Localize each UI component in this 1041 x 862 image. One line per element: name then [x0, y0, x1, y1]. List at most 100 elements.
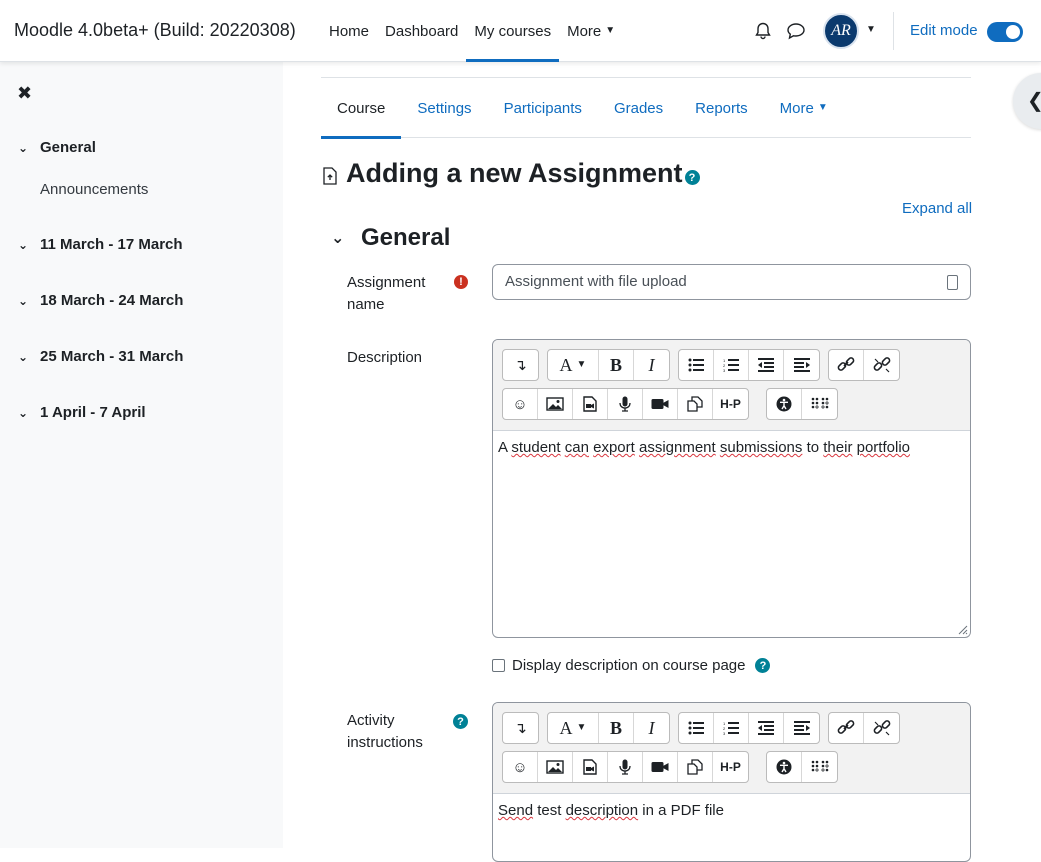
tab-participants[interactable]: Participants: [488, 78, 598, 138]
course-index-drawer: ✖ ⌄ General Announcements ⌄ 11 March - 17 …: [0, 62, 283, 848]
h5p-icon[interactable]: H-P: [713, 389, 748, 419]
image-icon[interactable]: [538, 752, 573, 782]
svg-text:3: 3: [723, 368, 726, 372]
section-label: General: [40, 139, 96, 156]
unlink-icon[interactable]: [864, 713, 899, 743]
accessibility-checker-icon[interactable]: [767, 389, 802, 419]
screenreader-helper-icon[interactable]: [802, 752, 837, 782]
open-block-drawer-button[interactable]: ❮: [1013, 73, 1041, 129]
numbered-list-icon[interactable]: 123: [714, 350, 749, 380]
chevron-down-icon[interactable]: ⌄: [18, 350, 40, 364]
chevron-down-icon[interactable]: ⌄: [18, 238, 40, 252]
nav-my-courses[interactable]: My courses: [466, 0, 559, 62]
resize-handle-icon[interactable]: [956, 623, 968, 635]
bold-button[interactable]: B: [599, 350, 634, 380]
chevron-left-icon: ❮: [1027, 88, 1041, 113]
activity-instructions-content[interactable]: Send test description in a PDF file: [493, 794, 970, 827]
tab-more[interactable]: More ▼: [764, 78, 844, 138]
chevron-down-icon[interactable]: ⌄: [18, 141, 40, 155]
course-section-general[interactable]: ⌄ General: [18, 139, 96, 156]
manage-files-icon[interactable]: [678, 752, 713, 782]
media-file-icon[interactable]: [573, 389, 608, 419]
section-label: 25 March - 31 March: [40, 348, 184, 365]
chevron-down-icon[interactable]: ⌄: [331, 228, 361, 248]
tab-course[interactable]: Course: [321, 78, 402, 139]
course-activity-announcements[interactable]: Announcements: [40, 181, 148, 198]
course-section-week-4[interactable]: ⌄ 1 April - 7 April: [18, 404, 146, 421]
divider: [893, 12, 894, 50]
course-section-week-2[interactable]: ⌄ 18 March - 24 March: [18, 292, 183, 309]
image-icon[interactable]: [538, 389, 573, 419]
media-file-icon[interactable]: [573, 752, 608, 782]
messages-chat-icon[interactable]: [786, 22, 806, 40]
help-icon[interactable]: ?: [453, 714, 468, 729]
font-glyph: A: [559, 354, 573, 375]
edit-mode-toggle[interactable]: [987, 22, 1023, 42]
link-icon[interactable]: [829, 350, 864, 380]
italic-button[interactable]: I: [634, 350, 669, 380]
tab-grades[interactable]: Grades: [598, 78, 679, 138]
video-camera-icon[interactable]: [643, 389, 678, 419]
tab-settings[interactable]: Settings: [401, 78, 487, 138]
bold-button[interactable]: B: [599, 713, 634, 743]
display-description-checkbox[interactable]: [492, 659, 505, 672]
close-icon[interactable]: ✖: [17, 83, 32, 104]
editor-toolbar: ↴ A ▼ B I 123 ☺ H-P: [493, 340, 970, 431]
course-section-week-3[interactable]: ⌄ 25 March - 31 March: [18, 348, 183, 365]
course-section-week-1[interactable]: ⌄ 11 March - 17 March: [18, 236, 183, 253]
notifications-bell-icon[interactable]: [754, 22, 772, 40]
indent-icon[interactable]: [784, 713, 819, 743]
svg-text:3: 3: [723, 731, 726, 735]
unlink-icon[interactable]: [864, 350, 899, 380]
help-icon[interactable]: ?: [684, 170, 700, 185]
nav-more-label: More: [567, 22, 602, 40]
section-header-general[interactable]: ⌄ General: [331, 224, 450, 252]
indent-icon[interactable]: [784, 350, 819, 380]
text-segment: description: [565, 802, 639, 819]
section-label: 11 March - 17 March: [40, 236, 183, 253]
video-camera-icon[interactable]: [643, 752, 678, 782]
assignment-name-input[interactable]: Assignment with file upload: [492, 264, 971, 300]
user-avatar[interactable]: AR: [823, 13, 859, 49]
show-more-buttons-icon[interactable]: ↴: [503, 713, 538, 743]
font-style-button[interactable]: A ▼: [548, 713, 599, 743]
text-segment: A: [498, 439, 512, 456]
outdent-icon[interactable]: [749, 713, 784, 743]
chevron-down-icon[interactable]: ▼: [866, 24, 876, 35]
manage-files-icon[interactable]: [678, 389, 713, 419]
screenreader-helper-icon[interactable]: [802, 389, 837, 419]
nav-dashboard[interactable]: Dashboard: [377, 0, 466, 62]
chevron-down-icon[interactable]: ⌄: [18, 294, 40, 308]
expand-all-link[interactable]: Expand all: [902, 200, 972, 217]
emoji-icon[interactable]: ☺: [503, 752, 538, 782]
chevron-down-icon[interactable]: ⌄: [18, 406, 40, 420]
site-name[interactable]: Moodle 4.0beta+ (Build: 20220308): [14, 20, 296, 41]
chevron-down-icon: ▼: [817, 101, 828, 113]
description-content[interactable]: A student can export assignment submissi…: [493, 431, 970, 464]
font-style-button[interactable]: A ▼: [548, 350, 599, 380]
text-segment: in a PDF file: [638, 802, 724, 819]
outdent-icon[interactable]: [749, 350, 784, 380]
accessibility-checker-icon[interactable]: [767, 752, 802, 782]
help-icon[interactable]: ?: [755, 658, 771, 673]
toolbar-group: 123: [678, 712, 820, 744]
numbered-list-icon[interactable]: 123: [714, 713, 749, 743]
nav-home[interactable]: Home: [321, 0, 377, 62]
toolbar-group: ☺ H-P: [502, 388, 749, 420]
page-title: Adding a new Assignment: [346, 158, 683, 188]
link-icon[interactable]: [829, 713, 864, 743]
display-description-row: Display description on course page ?: [492, 657, 771, 674]
microphone-icon[interactable]: [608, 389, 643, 419]
microphone-icon[interactable]: [608, 752, 643, 782]
tab-reports[interactable]: Reports: [679, 78, 764, 138]
label-line: Assignment: [347, 274, 426, 291]
h5p-icon[interactable]: H-P: [713, 752, 748, 782]
emoji-icon[interactable]: ☺: [503, 389, 538, 419]
italic-button[interactable]: I: [634, 713, 669, 743]
bullet-list-icon[interactable]: [679, 713, 714, 743]
page-header: Adding a new Assignment ?: [322, 158, 700, 189]
nav-more[interactable]: More ▼: [559, 0, 623, 62]
show-more-buttons-icon[interactable]: ↴: [503, 350, 538, 380]
text-segment: export: [593, 439, 635, 456]
bullet-list-icon[interactable]: [679, 350, 714, 380]
